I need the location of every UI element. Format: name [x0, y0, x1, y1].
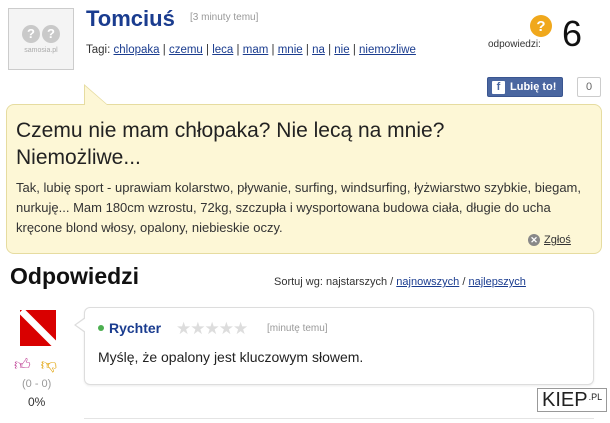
sort-separator: / [462, 276, 466, 288]
tags-label: Tagi: [86, 44, 111, 56]
question-body: Tak, lubię sport - uprawiam kolarstwo, p… [16, 180, 581, 235]
question-bubbles-icon: ?? [22, 24, 60, 43]
like-label: Lubię to! [510, 81, 557, 93]
watermark-name: KIEP [542, 389, 588, 411]
author-avatar[interactable]: ?? samosia.pl [8, 8, 74, 70]
vote-buttons: 👍︎ 👎︎ [14, 356, 57, 375]
question-title: Czemu nie mam chłopaka? Nie lecą na mnie… [16, 119, 445, 169]
close-circle-icon: ✕ [528, 234, 540, 246]
answer-author-avatar[interactable] [20, 310, 56, 346]
tag-link[interactable]: chlopaka [114, 44, 160, 56]
answers-count-label: odpowiedzi: [488, 39, 541, 50]
facebook-icon: f [492, 80, 505, 94]
tag-link[interactable]: czemu [169, 44, 203, 56]
answer-box-tail-inner [76, 318, 86, 332]
watermark-suffix: .PL [588, 392, 603, 402]
avatar-logo: samosia.pl [24, 46, 58, 54]
answer-time: [minutę temu] [267, 323, 328, 334]
next-answer-edge [84, 418, 594, 419]
question-time: [3 minuty temu] [190, 12, 259, 23]
question-mark-icon: ? [530, 15, 552, 37]
answer-author-link[interactable]: Rychter [109, 320, 161, 336]
tag-link[interactable]: nie [334, 44, 349, 56]
tag-link[interactable]: mnie [278, 44, 303, 56]
report-button[interactable]: ✕ Zgłoś [528, 234, 571, 246]
tag-link[interactable]: leca [212, 44, 233, 56]
thumb-up-icon[interactable]: 👍︎ [14, 356, 31, 375]
vote-tally: (0 - 0) [22, 378, 52, 390]
question-box-tail-inner [85, 86, 107, 105]
thumb-down-icon[interactable]: 👎︎ [41, 356, 57, 375]
online-status-icon [98, 325, 104, 331]
tag-link[interactable]: na [312, 44, 325, 56]
answer-body: Myślę, że opalony jest kluczowym słowem. [98, 349, 364, 365]
question-author-link[interactable]: Tomciuś [86, 6, 175, 32]
sort-newest-link[interactable]: najnowszych [396, 276, 459, 288]
tag-link[interactable]: mam [243, 44, 269, 56]
kiep-watermark: KIEP .PL [537, 388, 608, 412]
rating-stars[interactable]: ★★★★★ [176, 319, 248, 339]
report-label: Zgłoś [544, 234, 571, 246]
sort-label: Sortuj wg: najstarszych / [274, 276, 394, 288]
vote-percent: 0% [28, 395, 46, 409]
tag-link[interactable]: niemozliwe [359, 44, 416, 56]
answer-author: Rychter [98, 320, 161, 336]
like-count: 0 [577, 77, 601, 97]
facebook-like-button[interactable]: f Lubię to! [487, 77, 564, 97]
answers-count: 6 [562, 13, 583, 54]
sort-options: Sortuj wg: najstarszych / najnowszych / … [274, 276, 526, 288]
answers-heading: Odpowiedzi [10, 263, 140, 289]
sort-best-link[interactable]: najlepszych [468, 276, 525, 288]
tags-list: Tagi: chlopaka | czemu | leca | mam | mn… [86, 44, 416, 56]
answer-box [84, 307, 594, 385]
